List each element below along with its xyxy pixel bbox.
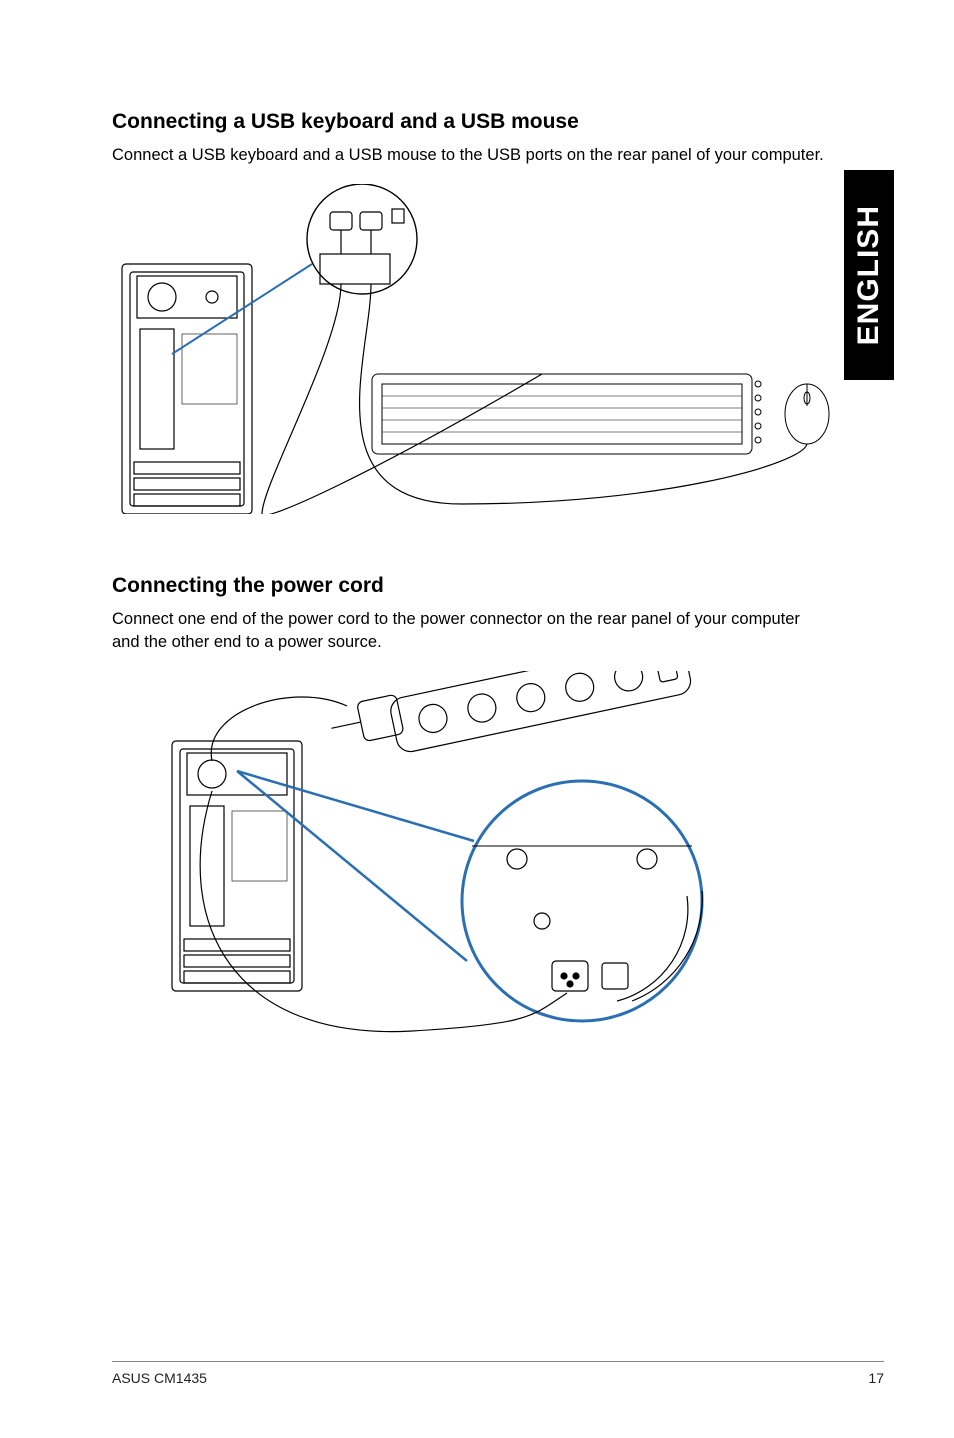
language-tab: ENGLISH	[844, 170, 894, 380]
section1-heading: Connecting a USB keyboard and a USB mous…	[112, 110, 832, 134]
page: ENGLISH Connecting a USB keyboard and a …	[0, 0, 954, 1438]
main-content: Connecting a USB keyboard and a USB mous…	[112, 110, 832, 1041]
figure-usb-keyboard-mouse	[112, 184, 832, 514]
figure-power-cord	[112, 671, 832, 1041]
section1-body: Connect a USB keyboard and a USB mouse t…	[112, 144, 832, 166]
language-label: ENGLISH	[852, 205, 886, 345]
footer-model: ASUS CM1435	[112, 1370, 207, 1386]
page-footer: ASUS CM1435 17	[112, 1361, 884, 1386]
footer-page-number: 17	[868, 1370, 884, 1386]
section2-body: Connect one end of the power cord to the…	[112, 608, 832, 653]
section2-heading: Connecting the power cord	[112, 574, 832, 598]
